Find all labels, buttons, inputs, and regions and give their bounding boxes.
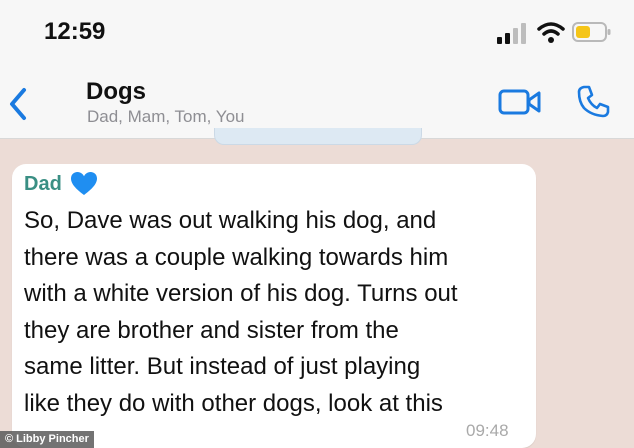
chevron-left-icon[interactable] bbox=[4, 84, 32, 124]
status-time: 12:59 bbox=[44, 18, 106, 45]
photo-credit: © Libby Pincher bbox=[0, 431, 94, 448]
message-line: there was a couple walking towards him bbox=[24, 243, 449, 271]
battery-icon bbox=[572, 22, 611, 42]
chat-participants[interactable]: Dad, Mam, Tom, You bbox=[87, 107, 245, 127]
blue-heart-icon bbox=[70, 172, 97, 195]
message-text: So, Dave was out walking his dog, and th… bbox=[24, 203, 530, 422]
chat-title[interactable]: Dogs bbox=[86, 78, 146, 106]
message-line: with a white version of his dog. Turns o… bbox=[24, 280, 458, 307]
message-sender-row: Dad bbox=[24, 170, 98, 198]
message-timestamp: 09:48 bbox=[466, 421, 509, 440]
previous-message-bubble bbox=[214, 128, 422, 145]
phone-icon[interactable] bbox=[577, 84, 611, 118]
message-line: same litter. But instead of just playing bbox=[24, 353, 421, 380]
message-line: like they do with other dogs, look at th… bbox=[24, 389, 443, 417]
message-sender[interactable]: Dad bbox=[24, 173, 62, 196]
message-line: they are brother and sister from the bbox=[24, 316, 399, 344]
message-line: So, Dave was out walking his dog, and bbox=[24, 207, 437, 234]
cellular-signal-icon bbox=[497, 23, 526, 44]
video-call-icon[interactable] bbox=[498, 88, 542, 116]
wifi-icon bbox=[537, 22, 565, 43]
